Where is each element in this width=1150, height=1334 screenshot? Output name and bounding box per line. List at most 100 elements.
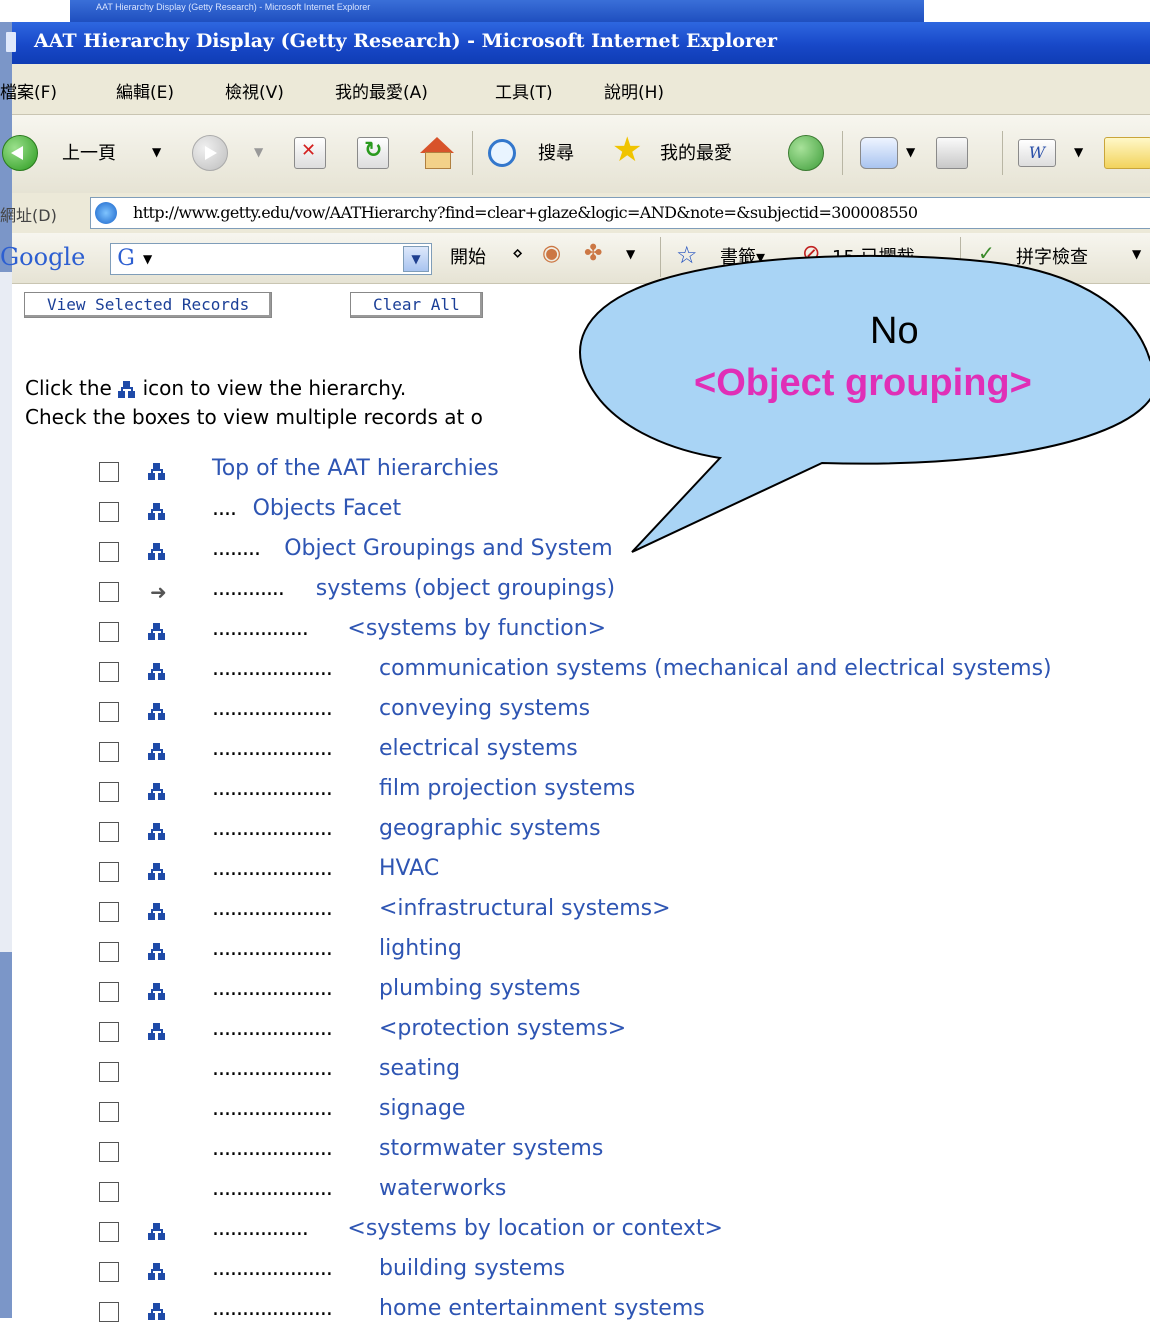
hierarchy-term-link[interactable]: waterworks <box>379 1176 506 1201</box>
record-checkbox[interactable] <box>99 1142 119 1162</box>
hierarchy-icon[interactable] <box>148 823 166 841</box>
record-checkbox[interactable] <box>99 782 119 802</box>
hierarchy-icon[interactable] <box>148 463 166 481</box>
hierarchy-term-link[interactable]: seating <box>379 1056 460 1081</box>
hierarchy-term-link[interactable]: communication systems (mechanical and el… <box>379 656 1052 681</box>
record-checkbox[interactable] <box>99 1302 119 1322</box>
record-checkbox[interactable] <box>99 502 119 522</box>
mail-dropdown-icon[interactable]: ▼ <box>906 145 915 159</box>
address-input[interactable]: http://www.getty.edu/vow/AATHierarchy?fi… <box>90 197 1150 229</box>
print-icon[interactable] <box>936 137 968 169</box>
hierarchy-icon[interactable] <box>148 863 166 881</box>
hierarchy-icon[interactable] <box>148 1263 166 1281</box>
bookmark-star-icon[interactable]: ☆ <box>676 241 698 269</box>
hierarchy-term-link[interactable]: plumbing systems <box>379 976 580 1001</box>
clear-all-button[interactable]: Clear All <box>350 292 483 318</box>
record-checkbox[interactable] <box>99 862 119 882</box>
favorites-star-icon[interactable]: ★ <box>612 133 642 167</box>
puzzle-icon[interactable]: ✤ <box>584 241 602 266</box>
hierarchy-term-link[interactable]: electrical systems <box>379 736 578 761</box>
pagerank-icon[interactable]: ◉ <box>542 241 561 266</box>
hierarchy-term-link[interactable]: <infrastructural systems> <box>379 896 671 921</box>
window-titlebar[interactable]: AAT Hierarchy Display (Getty Research) -… <box>6 22 1150 64</box>
hierarchy-term-link[interactable]: geographic systems <box>379 816 601 841</box>
hierarchy-term-link[interactable]: stormwater systems <box>379 1136 603 1161</box>
hierarchy-term-link[interactable]: HVAC <box>379 856 439 881</box>
back-button-label[interactable]: 上一頁 <box>62 139 116 165</box>
menu-edit[interactable]: 編輯(E) <box>116 78 174 103</box>
hierarchy-icon[interactable] <box>148 663 166 681</box>
hierarchy-term-link[interactable]: <protection systems> <box>379 1016 626 1041</box>
record-checkbox[interactable] <box>99 822 119 842</box>
hierarchy-icon[interactable] <box>148 903 166 921</box>
hierarchy-icon[interactable] <box>148 1303 166 1321</box>
hierarchy-term-link[interactable]: <systems by location or context> <box>347 1216 723 1241</box>
popup-blocker-icon[interactable]: ⊘ <box>802 241 820 266</box>
hierarchy-icon[interactable] <box>148 783 166 801</box>
google-menu-arrow-icon[interactable]: ▼ <box>143 252 152 266</box>
menu-help[interactable]: 說明(H) <box>604 78 664 103</box>
record-checkbox[interactable] <box>99 982 119 1002</box>
hierarchy-icon[interactable] <box>148 503 166 521</box>
address-url[interactable]: http://www.getty.edu/vow/AATHierarchy?fi… <box>133 203 918 222</box>
record-checkbox[interactable] <box>99 942 119 962</box>
hierarchy-term-link[interactable]: Objects Facet <box>253 496 401 521</box>
spellcheck-icon[interactable]: ✓ <box>978 241 995 265</box>
bookmarks-button[interactable]: 書籤▾ <box>720 243 765 269</box>
google-go-button[interactable]: 開始 <box>450 243 486 269</box>
stop-icon[interactable] <box>294 137 326 169</box>
hierarchy-term-link[interactable]: Top of the AAT hierarchies <box>212 456 499 481</box>
hierarchy-term-link[interactable]: conveying systems <box>379 696 590 721</box>
hierarchy-term-link[interactable]: building systems <box>379 1256 565 1281</box>
record-checkbox[interactable] <box>99 1182 119 1202</box>
forward-dropdown-icon[interactable]: ▼ <box>254 145 263 159</box>
home-icon[interactable] <box>420 137 454 169</box>
record-checkbox[interactable] <box>99 462 119 482</box>
menu-file[interactable]: 檔案(F) <box>0 78 57 103</box>
history-icon[interactable] <box>788 135 824 171</box>
edit-dropdown-icon[interactable]: ▼ <box>1074 145 1083 159</box>
record-checkbox[interactable] <box>99 702 119 722</box>
hierarchy-icon[interactable] <box>148 703 166 721</box>
google-search-dropdown-icon[interactable]: ▼ <box>403 246 429 272</box>
record-checkbox[interactable] <box>99 1262 119 1282</box>
hierarchy-term-link[interactable]: lighting <box>379 936 462 961</box>
hierarchy-icon[interactable] <box>148 543 166 561</box>
view-selected-records-button[interactable]: View Selected Records <box>24 292 273 318</box>
record-checkbox[interactable] <box>99 622 119 642</box>
google-search-input[interactable]: G ▼ ▼ <box>110 243 432 275</box>
hierarchy-icon[interactable] <box>148 943 166 961</box>
google-g-icon[interactable]: G <box>111 244 141 274</box>
hierarchy-term-link[interactable]: signage <box>379 1096 465 1121</box>
hierarchy-term-link[interactable]: Object Groupings and System <box>284 536 613 561</box>
record-checkbox[interactable] <box>99 1022 119 1042</box>
record-checkbox[interactable] <box>99 1062 119 1082</box>
record-checkbox[interactable] <box>99 902 119 922</box>
hierarchy-icon[interactable] <box>148 623 166 641</box>
hierarchy-term-link[interactable]: systems (object groupings) <box>316 576 615 601</box>
hierarchy-icon[interactable] <box>148 983 166 1001</box>
record-checkbox[interactable] <box>99 1222 119 1242</box>
record-checkbox[interactable] <box>99 742 119 762</box>
hierarchy-icon[interactable] <box>148 1023 166 1041</box>
hierarchy-term-link[interactable]: home entertainment systems <box>379 1296 705 1321</box>
search-icon[interactable] <box>488 139 516 167</box>
record-checkbox[interactable] <box>99 662 119 682</box>
menu-view[interactable]: 檢視(V) <box>225 78 284 103</box>
back-arrow-icon[interactable] <box>2 135 38 171</box>
menu-tools[interactable]: 工具(T) <box>495 78 553 103</box>
google-options-icon[interactable]: ⋄ <box>512 243 523 264</box>
hierarchy-icon[interactable] <box>148 743 166 761</box>
hierarchy-icon[interactable] <box>148 1223 166 1241</box>
word-edit-icon[interactable]: W <box>1018 139 1056 167</box>
forward-arrow-icon[interactable] <box>192 135 228 171</box>
google-logo[interactable]: Google <box>0 243 85 271</box>
puzzle-dropdown-icon[interactable]: ▼ <box>626 247 635 261</box>
popup-blocked-count[interactable]: 15 已攔截 <box>832 243 915 269</box>
favorites-button-label[interactable]: 我的最愛 <box>660 139 732 165</box>
menu-favorites[interactable]: 我的最愛(A) <box>335 78 428 103</box>
record-checkbox[interactable] <box>99 1102 119 1122</box>
record-checkbox[interactable] <box>99 582 119 602</box>
discuss-icon[interactable] <box>1104 137 1150 169</box>
back-dropdown-icon[interactable]: ▼ <box>152 145 161 159</box>
